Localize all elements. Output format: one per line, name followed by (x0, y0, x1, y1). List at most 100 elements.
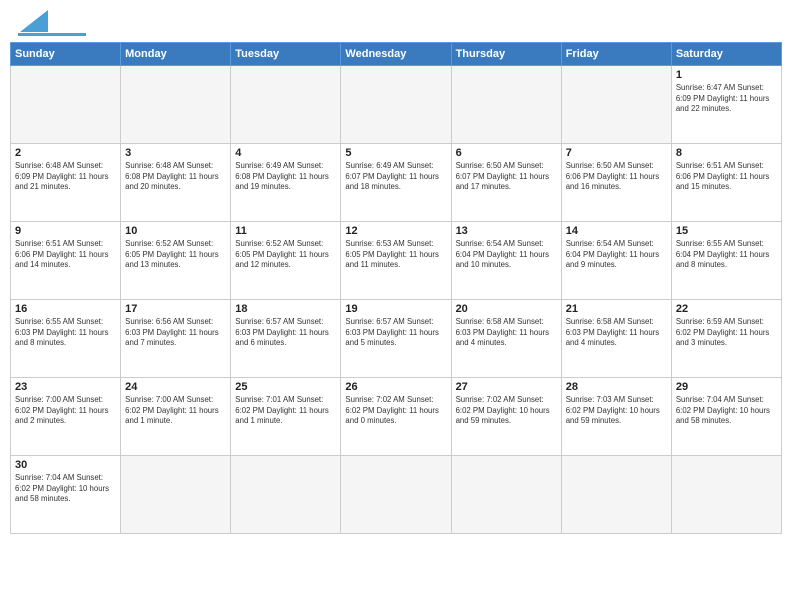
table-row: 24 Sunrise: 7:00 AM Sunset: 6:02 PM Dayli… (121, 378, 231, 456)
day-info: Sunrise: 6:57 AM Sunset: 6:03 PM Dayligh… (235, 317, 336, 349)
logo-underline (18, 33, 86, 36)
day-number: 11 (235, 225, 336, 237)
day-number: 6 (456, 147, 557, 159)
day-info: Sunrise: 6:50 AM Sunset: 6:06 PM Dayligh… (566, 161, 667, 193)
day-number: 19 (345, 303, 446, 315)
table-row: 8Sunrise: 6:51 AM Sunset: 6:06 PM Daylig… (671, 144, 781, 222)
table-row: 23 Sunrise: 7:00 AM Sunset: 6:02 PM Dayli… (11, 378, 121, 456)
day-number: 17 (125, 303, 226, 315)
logo (18, 12, 86, 36)
table-row (561, 66, 671, 144)
day-info: Sunrise: 6:51 AM Sunset: 6:06 PM Dayligh… (15, 239, 116, 271)
calendar-week-row: 23 Sunrise: 7:00 AM Sunset: 6:02 PM Dayli… (11, 378, 782, 456)
table-row (11, 66, 121, 144)
col-thursday: Thursday (451, 43, 561, 66)
logo-icon (20, 10, 48, 32)
day-number: 18 (235, 303, 336, 315)
table-row: 2Sunrise: 6:48 AM Sunset: 6:09 PM Daylig… (11, 144, 121, 222)
day-number: 26 (345, 381, 446, 393)
day-number: 10 (125, 225, 226, 237)
calendar-week-row: 2Sunrise: 6:48 AM Sunset: 6:09 PM Daylig… (11, 144, 782, 222)
day-info: Sunrise: 7:02 AM Sunset: 6:02 PM Dayligh… (456, 395, 557, 427)
day-number: 1 (676, 69, 777, 81)
day-info: Sunrise: 6:52 AM Sunset: 6:05 PM Dayligh… (235, 239, 336, 271)
day-number: 13 (456, 225, 557, 237)
table-row (451, 456, 561, 534)
table-row (121, 66, 231, 144)
table-row (561, 456, 671, 534)
calendar-table: Sunday Monday Tuesday Wednesday Thursday… (10, 42, 782, 534)
day-info: Sunrise: 6:57 AM Sunset: 6:03 PM Dayligh… (345, 317, 446, 349)
day-number: 23 (15, 381, 116, 393)
day-info: Sunrise: 7:02 AM Sunset: 6:02 PM Dayligh… (345, 395, 446, 427)
table-row: 6Sunrise: 6:50 AM Sunset: 6:07 PM Daylig… (451, 144, 561, 222)
day-info: Sunrise: 6:59 AM Sunset: 6:02 PM Dayligh… (676, 317, 777, 349)
col-sunday: Sunday (11, 43, 121, 66)
day-info: Sunrise: 7:04 AM Sunset: 6:02 PM Dayligh… (676, 395, 777, 427)
table-row: 27Sunrise: 7:02 AM Sunset: 6:02 PM Dayli… (451, 378, 561, 456)
day-number: 20 (456, 303, 557, 315)
day-number: 15 (676, 225, 777, 237)
day-info: Sunrise: 6:51 AM Sunset: 6:06 PM Dayligh… (676, 161, 777, 193)
day-info: Sunrise: 6:54 AM Sunset: 6:04 PM Dayligh… (566, 239, 667, 271)
day-info: Sunrise: 7:03 AM Sunset: 6:02 PM Dayligh… (566, 395, 667, 427)
calendar-week-row: 30Sunrise: 7:04 AM Sunset: 6:02 PM Dayli… (11, 456, 782, 534)
table-row: 20Sunrise: 6:58 AM Sunset: 6:03 PM Dayli… (451, 300, 561, 378)
day-number: 30 (15, 459, 116, 471)
day-info: Sunrise: 6:49 AM Sunset: 6:08 PM Dayligh… (235, 161, 336, 193)
table-row: 3 Sunrise: 6:48 AM Sunset: 6:08 PM Daylig… (121, 144, 231, 222)
day-number: 2 (15, 147, 116, 159)
table-row: 16Sunrise: 6:55 AM Sunset: 6:03 PM Dayli… (11, 300, 121, 378)
col-saturday: Saturday (671, 43, 781, 66)
day-info: Sunrise: 6:55 AM Sunset: 6:03 PM Dayligh… (15, 317, 116, 349)
header (0, 0, 792, 42)
calendar-week-row: 16Sunrise: 6:55 AM Sunset: 6:03 PM Dayli… (11, 300, 782, 378)
day-info: Sunrise: 6:53 AM Sunset: 6:05 PM Dayligh… (345, 239, 446, 271)
table-row: 14Sunrise: 6:54 AM Sunset: 6:04 PM Dayli… (561, 222, 671, 300)
table-row (341, 456, 451, 534)
day-info: Sunrise: 7:01 AM Sunset: 6:02 PM Dayligh… (235, 395, 336, 427)
day-number: 9 (15, 225, 116, 237)
day-number: 3 (125, 147, 226, 159)
calendar-week-row: 9 Sunrise: 6:51 AM Sunset: 6:06 PM Daylig… (11, 222, 782, 300)
table-row: 18 Sunrise: 6:57 AM Sunset: 6:03 PM Dayli… (231, 300, 341, 378)
table-row: 4 Sunrise: 6:49 AM Sunset: 6:08 PM Daylig… (231, 144, 341, 222)
calendar: Sunday Monday Tuesday Wednesday Thursday… (0, 42, 792, 612)
table-row (231, 66, 341, 144)
day-info: Sunrise: 6:54 AM Sunset: 6:04 PM Dayligh… (456, 239, 557, 271)
day-number: 24 (125, 381, 226, 393)
table-row: 10 Sunrise: 6:52 AM Sunset: 6:05 PM Dayli… (121, 222, 231, 300)
day-number: 5 (345, 147, 446, 159)
table-row: 5 Sunrise: 6:49 AM Sunset: 6:07 PM Daylig… (341, 144, 451, 222)
day-info: Sunrise: 6:48 AM Sunset: 6:08 PM Dayligh… (125, 161, 226, 193)
table-row (341, 66, 451, 144)
table-row: 17 Sunrise: 6:56 AM Sunset: 6:03 PM Dayli… (121, 300, 231, 378)
table-row: 12 Sunrise: 6:53 AM Sunset: 6:05 PM Dayli… (341, 222, 451, 300)
col-monday: Monday (121, 43, 231, 66)
table-row (451, 66, 561, 144)
day-info: Sunrise: 7:00 AM Sunset: 6:02 PM Dayligh… (15, 395, 116, 427)
day-info: Sunrise: 6:56 AM Sunset: 6:03 PM Dayligh… (125, 317, 226, 349)
day-number: 12 (345, 225, 446, 237)
table-row: 22Sunrise: 6:59 AM Sunset: 6:02 PM Dayli… (671, 300, 781, 378)
table-row: 21Sunrise: 6:58 AM Sunset: 6:03 PM Dayli… (561, 300, 671, 378)
table-row: 11 Sunrise: 6:52 AM Sunset: 6:05 PM Dayli… (231, 222, 341, 300)
col-wednesday: Wednesday (341, 43, 451, 66)
table-row: 1Sunrise: 6:47 AM Sunset: 6:09 PM Daylig… (671, 66, 781, 144)
day-number: 4 (235, 147, 336, 159)
table-row: 15Sunrise: 6:55 AM Sunset: 6:04 PM Dayli… (671, 222, 781, 300)
day-number: 7 (566, 147, 667, 159)
day-number: 29 (676, 381, 777, 393)
day-info: Sunrise: 6:52 AM Sunset: 6:05 PM Dayligh… (125, 239, 226, 271)
table-row: 13 Sunrise: 6:54 AM Sunset: 6:04 PM Dayli… (451, 222, 561, 300)
col-tuesday: Tuesday (231, 43, 341, 66)
day-number: 25 (235, 381, 336, 393)
calendar-week-row: 1Sunrise: 6:47 AM Sunset: 6:09 PM Daylig… (11, 66, 782, 144)
day-info: Sunrise: 7:00 AM Sunset: 6:02 PM Dayligh… (125, 395, 226, 427)
day-info: Sunrise: 6:49 AM Sunset: 6:07 PM Dayligh… (345, 161, 446, 193)
table-row: 9 Sunrise: 6:51 AM Sunset: 6:06 PM Daylig… (11, 222, 121, 300)
page: Sunday Monday Tuesday Wednesday Thursday… (0, 0, 792, 612)
day-info: Sunrise: 6:58 AM Sunset: 6:03 PM Dayligh… (566, 317, 667, 349)
table-row: 7 Sunrise: 6:50 AM Sunset: 6:06 PM Daylig… (561, 144, 671, 222)
calendar-header-row: Sunday Monday Tuesday Wednesday Thursday… (11, 43, 782, 66)
